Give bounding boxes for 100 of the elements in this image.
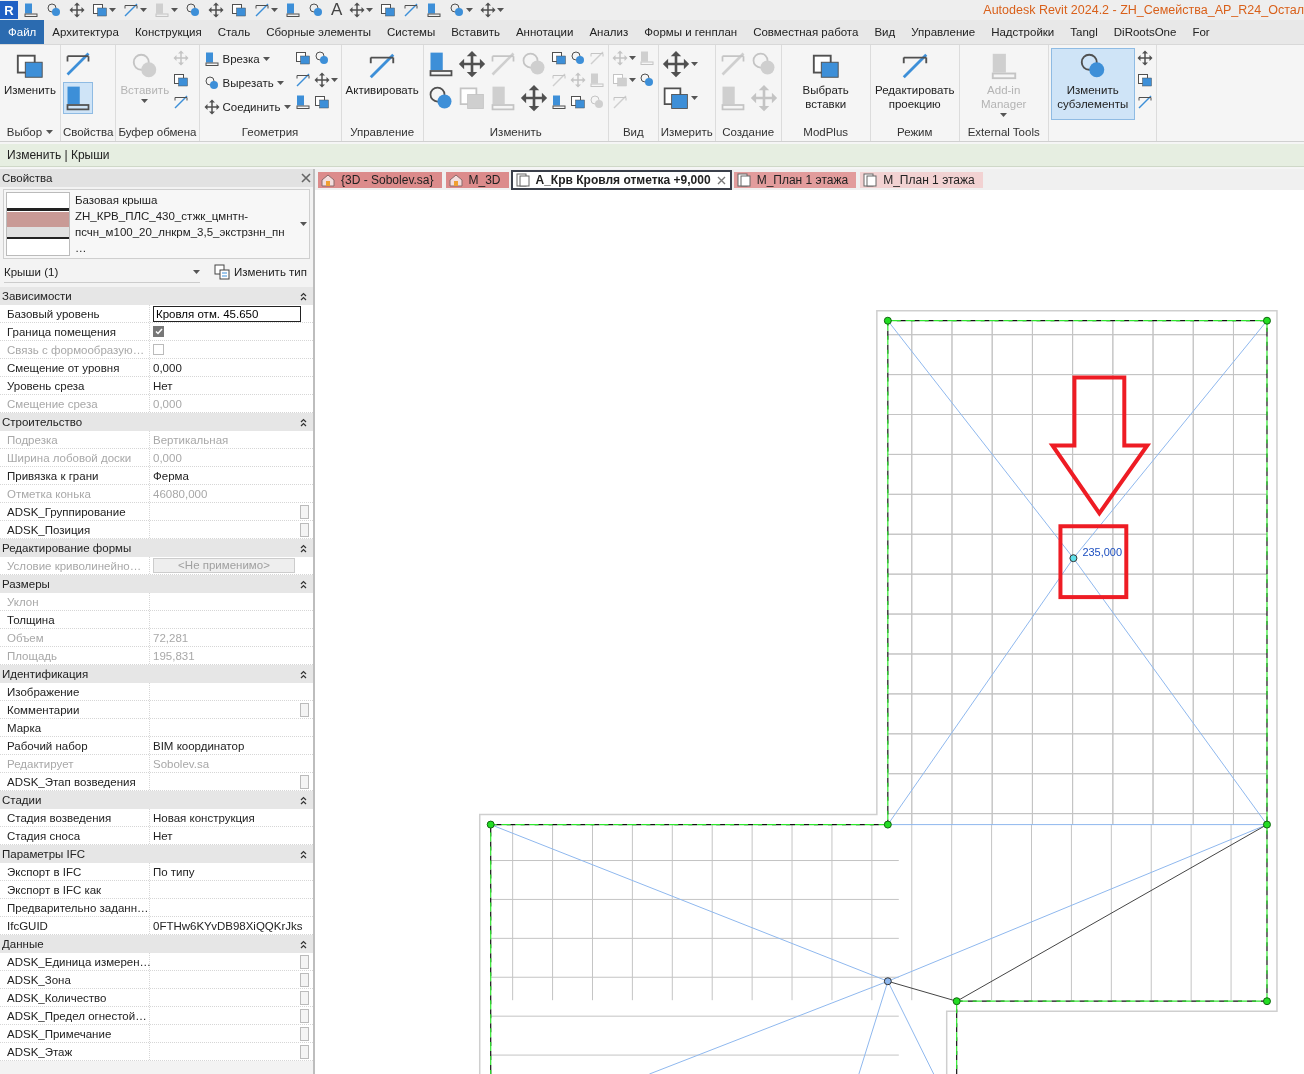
type-selector[interactable]: Базовая крыша ZH_КРВ_ПЛС_430_стжк_цмнтн-псчн_м100_20_лнкрм_3,5_экстрзнн_пн… bbox=[3, 189, 310, 259]
house-icon bbox=[321, 173, 335, 187]
caret-icon bbox=[262, 57, 270, 61]
tool-button[interactable] bbox=[456, 48, 487, 80]
section-header[interactable]: Редактирование формы bbox=[0, 539, 313, 557]
ribbon-button[interactable]: Редактировать проекцию bbox=[872, 48, 957, 120]
ribbon-button[interactable]: Вырезать bbox=[201, 72, 293, 94]
section-header[interactable]: Идентификация bbox=[0, 665, 313, 683]
tool-button[interactable] bbox=[1135, 48, 1154, 68]
section-header[interactable]: Зависимости bbox=[0, 287, 313, 305]
ribbon-button[interactable]: Изменить bbox=[2, 48, 58, 120]
ribbon-tab[interactable]: Надстройки bbox=[983, 20, 1063, 44]
tool-icon bbox=[403, 2, 420, 18]
toolbar-button[interactable] bbox=[252, 1, 280, 19]
ribbon-tab[interactable]: Формы и генплан bbox=[636, 20, 746, 44]
section-header[interactable]: Стадии bbox=[0, 791, 313, 809]
panel-label: Управление bbox=[350, 126, 415, 138]
tool-icon bbox=[611, 94, 628, 110]
view-tab[interactable]: А_Крв Кровля отметка +9,000 bbox=[512, 172, 730, 188]
edit-type-icon bbox=[214, 264, 230, 280]
view-tab[interactable]: М_План 1 этажа bbox=[733, 172, 857, 188]
tool-button[interactable] bbox=[62, 82, 93, 114]
ribbon-tab[interactable]: Системы bbox=[379, 20, 444, 44]
property-name: Базовый уровень bbox=[0, 305, 150, 322]
property-name: ADSK_Группирование bbox=[0, 503, 150, 520]
tool-icon bbox=[308, 2, 324, 18]
panel-label: Режим bbox=[896, 126, 933, 138]
toolbar-button[interactable] bbox=[121, 1, 149, 19]
ribbon-tab[interactable]: Архитектура bbox=[44, 20, 127, 44]
section-header[interactable]: Строительство bbox=[0, 413, 313, 431]
ribbon-tab[interactable]: Tangl bbox=[1062, 20, 1106, 44]
property-name: ADSK_Единица измерен… bbox=[0, 953, 150, 970]
ribbon-tab[interactable]: Аннотации bbox=[507, 20, 582, 44]
ribbon-button[interactable]: Выбрать вставки bbox=[783, 48, 868, 120]
property-name: Смещение среза bbox=[0, 395, 150, 412]
tool-button[interactable] bbox=[660, 48, 699, 80]
ribbon-tab[interactable]: Вставить bbox=[443, 20, 508, 44]
ribbon-tab[interactable]: For bbox=[1184, 20, 1218, 44]
property-name: Смещение от уровня bbox=[0, 359, 150, 376]
ribbon-tab[interactable]: Сталь bbox=[209, 20, 259, 44]
ribbon-tab[interactable]: DiRootsOne bbox=[1105, 20, 1185, 44]
tool-icon bbox=[313, 94, 330, 110]
property-value: Нет bbox=[153, 379, 173, 392]
toolbar-button[interactable] bbox=[229, 1, 249, 19]
toolbar-button[interactable] bbox=[67, 1, 87, 19]
tool-icon bbox=[749, 84, 778, 112]
property-name: Уровень среза bbox=[0, 377, 150, 394]
panel-menu[interactable]: Выбор bbox=[0, 123, 60, 141]
panel-title: Свойства bbox=[2, 172, 53, 184]
tool-icon bbox=[661, 50, 690, 78]
input-field[interactable]: Кровля отм. 45.650 bbox=[153, 305, 301, 322]
toolbar-button[interactable] bbox=[283, 1, 303, 19]
ribbon-button[interactable]: Врезка bbox=[201, 48, 293, 70]
view-tab[interactable]: {3D - Sobolev.sa} bbox=[318, 172, 442, 188]
toolbar-button[interactable] bbox=[347, 1, 376, 19]
tool-icon bbox=[380, 2, 397, 18]
tool-icon bbox=[588, 94, 605, 110]
ribbon-button[interactable]: Соединить bbox=[201, 96, 293, 118]
ribbon-tab[interactable]: Управление bbox=[903, 20, 984, 44]
close-button[interactable] bbox=[301, 173, 311, 183]
caret-icon bbox=[271, 8, 278, 12]
ribbon-tab[interactable]: Файл bbox=[0, 20, 45, 44]
property-name: ADSK_Этаж bbox=[0, 1043, 150, 1060]
section-header[interactable]: Размеры bbox=[0, 575, 313, 593]
ribbon-button[interactable]: Активировать bbox=[343, 48, 421, 120]
slope-value-label[interactable]: 235,000 bbox=[1082, 546, 1123, 559]
edit-type-button[interactable]: Изменить тип bbox=[214, 264, 307, 280]
checkbox[interactable] bbox=[153, 326, 164, 337]
toolbar-button[interactable] bbox=[21, 1, 41, 19]
section-header[interactable]: Параметры IFC bbox=[0, 845, 313, 863]
toolbar-button[interactable] bbox=[447, 1, 476, 19]
property-value: 0,000 bbox=[153, 451, 182, 464]
sheet-icon bbox=[863, 173, 878, 187]
ribbon-tab[interactable]: Вид bbox=[866, 20, 904, 44]
caret-icon bbox=[283, 105, 291, 109]
tool-icon bbox=[92, 2, 108, 18]
tool-icon bbox=[46, 2, 62, 18]
tool-button[interactable] bbox=[312, 70, 339, 90]
view-tab[interactable]: М_План 1 этажа bbox=[860, 172, 983, 188]
property-name: ADSK_Предел огнестой… bbox=[0, 1007, 150, 1024]
section-header[interactable]: Данные bbox=[0, 935, 313, 953]
toolbar-button[interactable] bbox=[478, 1, 507, 19]
view-tab[interactable]: M_3D bbox=[445, 172, 509, 188]
filter-dropdown[interactable]: Крыши (1) bbox=[4, 261, 200, 283]
ribbon-tab[interactable]: Анализ bbox=[581, 20, 637, 44]
ribbon-button[interactable]: Изменить субэлементы bbox=[1050, 48, 1135, 120]
caret-icon bbox=[466, 8, 474, 12]
ribbon-tab[interactable]: Совместная работа bbox=[745, 20, 867, 44]
ribbon-tab[interactable]: Конструкция bbox=[126, 20, 210, 44]
panel-label: Вид bbox=[622, 126, 644, 138]
tool-button[interactable] bbox=[518, 82, 549, 114]
toolbar-button[interactable] bbox=[90, 1, 118, 19]
ribbon-tab[interactable]: Сборные элементы bbox=[258, 20, 379, 44]
property-name: IfcGUID bbox=[0, 917, 150, 934]
tool-icon bbox=[519, 84, 548, 112]
toolbar-button[interactable] bbox=[206, 1, 226, 19]
app-logo[interactable]: R bbox=[0, 1, 18, 19]
tool-icon bbox=[203, 99, 220, 115]
property-name: Предварительно заданн… bbox=[0, 899, 150, 916]
toolbar-button[interactable]: A bbox=[329, 1, 345, 19]
